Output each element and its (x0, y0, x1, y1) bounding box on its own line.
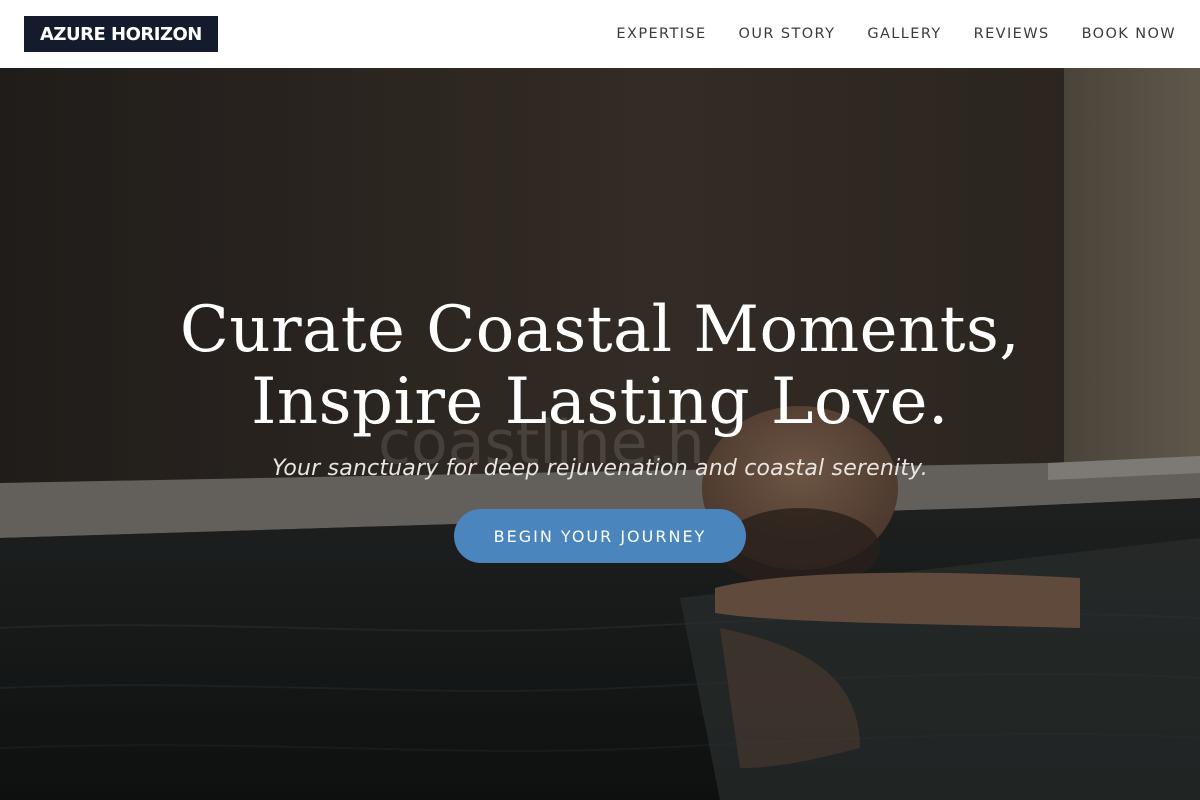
nav-link-book-now[interactable]: BOOK NOW (1082, 26, 1176, 42)
hero-content: Curate Coastal Moments, Inspire Lasting … (0, 68, 1200, 800)
main-nav: EXPERTISE OUR STORY GALLERY REVIEWS BOOK… (616, 26, 1176, 42)
nav-link-our-story[interactable]: OUR STORY (739, 26, 836, 42)
nav-link-reviews[interactable]: REVIEWS (974, 26, 1050, 42)
hero-headline-line-2: Inspire Lasting Love. (251, 365, 949, 439)
nav-link-expertise[interactable]: EXPERTISE (616, 26, 706, 42)
brand-logo-text: AZURE HORIZON (40, 23, 202, 45)
begin-journey-button[interactable]: BEGIN YOUR JOURNEY (453, 509, 747, 563)
brand-logo[interactable]: AZURE HORIZON (24, 16, 218, 52)
hero-subheadline: Your sanctuary for deep rejuvenation and… (272, 456, 928, 481)
nav-link-gallery[interactable]: GALLERY (867, 26, 941, 42)
hero-headline: Curate Coastal Moments, Inspire Lasting … (100, 294, 1100, 438)
top-navigation-bar: AZURE HORIZON EXPERTISE OUR STORY GALLER… (0, 0, 1200, 68)
hero-section: coastline.h Curate Coastal Moments, Insp… (0, 68, 1200, 800)
hero-headline-line-1: Curate Coastal Moments, (179, 293, 1021, 367)
